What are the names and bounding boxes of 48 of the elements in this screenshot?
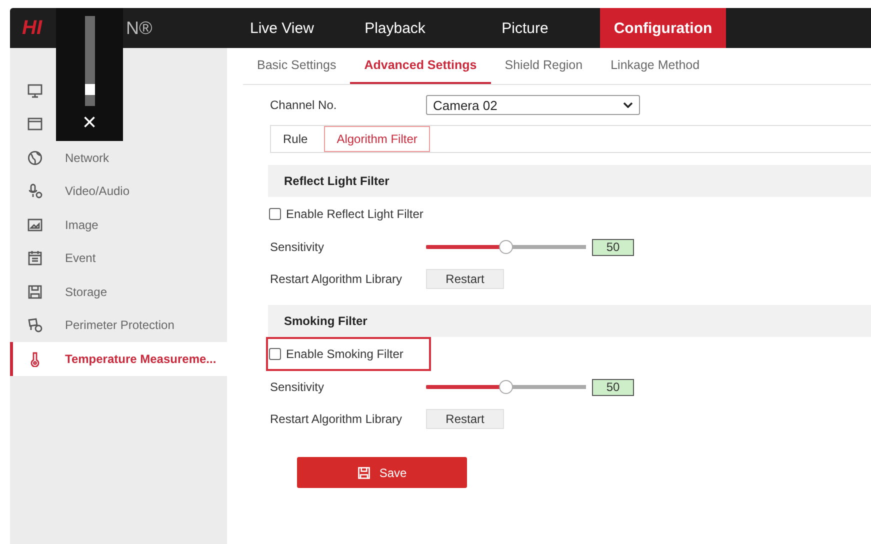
field-label: Sensitivity: [270, 380, 326, 394]
slider-thumb[interactable]: [499, 380, 513, 394]
globe-icon: [27, 150, 43, 166]
step-tab[interactable]: Algorithm Filter: [324, 126, 430, 152]
value-field[interactable]: 50: [592, 378, 634, 396]
calendar-icon: [27, 250, 43, 266]
monitor-icon: [27, 82, 43, 99]
logo-text: N®: [126, 18, 152, 38]
value-field[interactable]: 50: [592, 238, 634, 256]
sidebar-item[interactable]: Temperature Measureme...: [10, 342, 227, 376]
sidebar-item[interactable]: Storage: [10, 275, 227, 308]
nav-tab[interactable]: Configuration: [600, 8, 726, 48]
sidebar-item[interactable]: Perimeter Protection: [10, 308, 227, 342]
restart-button[interactable]: Restart: [426, 269, 504, 289]
field-label: Restart Algorithm Library: [270, 272, 404, 286]
checkbox[interactable]: [269, 208, 281, 220]
floppy-icon: [357, 466, 372, 480]
restart-button[interactable]: Restart: [426, 409, 504, 429]
window-icon: [27, 116, 43, 132]
nav-tab[interactable]: Picture: [460, 8, 590, 48]
sidebar-item[interactable]: Image: [10, 208, 227, 242]
nav-tab[interactable]: Live View: [250, 8, 330, 48]
logo-text: HI: [22, 16, 42, 40]
slider-thumb[interactable]: [499, 240, 513, 254]
nav-tab[interactable]: Playback: [330, 8, 460, 48]
field-label: Channel No.: [270, 98, 338, 112]
settings-tab[interactable]: Shield Region: [490, 48, 597, 84]
settings-tab[interactable]: Advanced Settings: [350, 48, 491, 84]
field-label: Sensitivity: [270, 240, 326, 254]
sidebar-item[interactable]: Network: [10, 141, 227, 174]
microphone-icon: [27, 183, 43, 200]
section-title: Reflect Light Filter: [284, 174, 390, 188]
step-tab[interactable]: Rule: [271, 126, 320, 152]
volume-slider[interactable]: [84, 16, 94, 106]
sidebar-item[interactable]: Video/Audio: [10, 174, 227, 208]
floppy-icon: [27, 284, 43, 300]
caret-icon: [623, 102, 633, 108]
image-icon: [27, 216, 43, 233]
settings-tab[interactable]: Linkage Method: [596, 48, 714, 84]
volume-thumb[interactable]: [84, 84, 94, 96]
settings-tab[interactable]: Basic Settings: [243, 48, 350, 84]
field-label: Restart Algorithm Library: [270, 412, 404, 426]
close-icon[interactable]: ×: [82, 110, 96, 136]
channel-select[interactable]: Camera 02: [426, 95, 640, 115]
section-title: Smoking Filter: [284, 314, 368, 328]
sidebar-item[interactable]: Event: [10, 242, 227, 275]
checkbox[interactable]: [269, 348, 281, 360]
save-button[interactable]: Save: [297, 457, 467, 488]
